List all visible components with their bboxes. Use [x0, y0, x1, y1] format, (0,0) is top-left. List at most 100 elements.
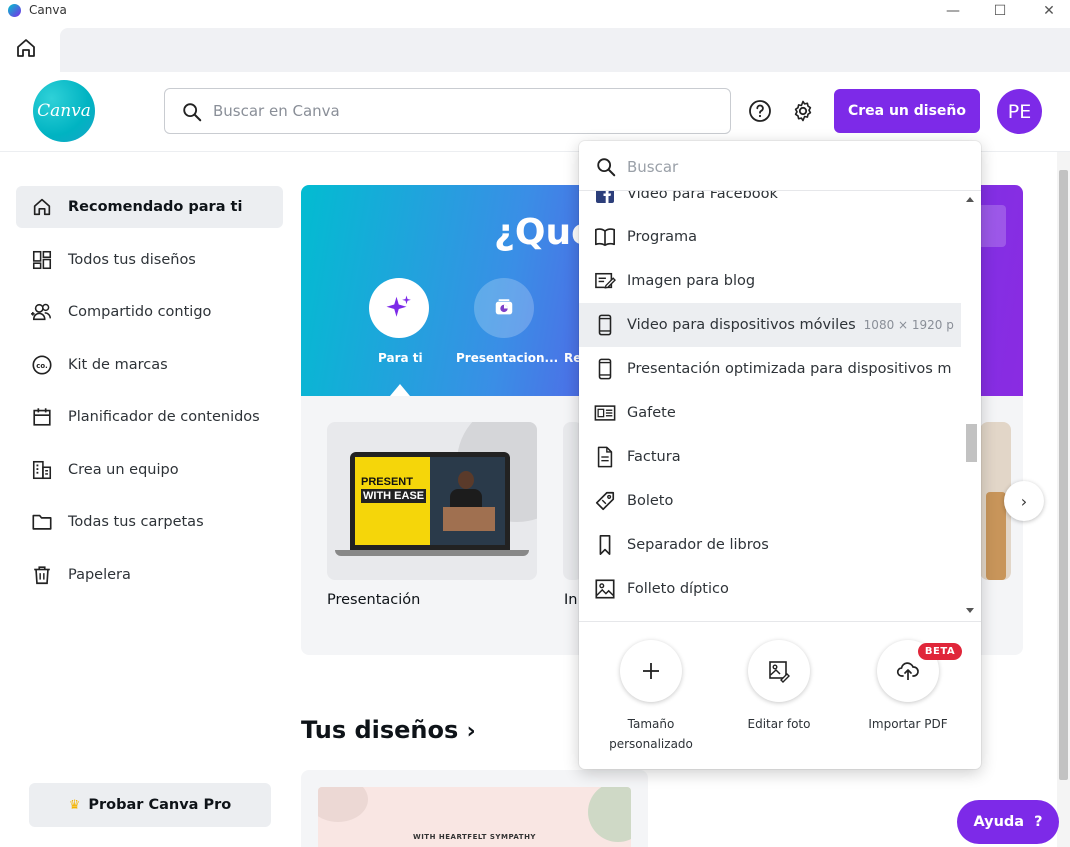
- your-designs-heading[interactable]: Tus diseños ›: [301, 716, 476, 744]
- mobile-icon: [594, 358, 616, 380]
- list-item-ticket[interactable]: Boleto: [579, 479, 961, 523]
- tab-area: [60, 28, 1070, 72]
- dropdown-search-input[interactable]: [627, 153, 957, 181]
- home-icon: [17, 39, 35, 57]
- custom-size-action[interactable]: Tamaño personalizado: [601, 640, 701, 754]
- category-label: Presentacion...: [456, 351, 559, 365]
- book-icon: [594, 226, 616, 248]
- list-item-mobile-presentation[interactable]: Presentación optimizada para dispositivo…: [579, 347, 961, 391]
- list-item-label: Video para dispositivos móviles 1080 × 19…: [627, 317, 954, 333]
- list-item-brochure[interactable]: Folleto díptico: [579, 567, 961, 611]
- dropdown-search[interactable]: [579, 141, 981, 191]
- list-item-label: Factura: [627, 449, 681, 465]
- sidebar-item-folders[interactable]: Todas tus carpetas: [16, 501, 283, 543]
- carousel-next-button[interactable]: ›: [1004, 481, 1044, 521]
- canva-logo[interactable]: Canva: [33, 80, 95, 142]
- laptop-screen: PRESENT WITH EASE: [350, 452, 510, 550]
- page-scrollbar[interactable]: [1057, 152, 1070, 847]
- category-label: Para ti: [378, 351, 423, 365]
- beta-badge: BETA: [918, 643, 962, 660]
- sidebar-item-recommended[interactable]: Recomendado para ti: [16, 186, 283, 228]
- list-item-invoice[interactable]: Factura: [579, 435, 961, 479]
- dropdown-actions: Tamaño personalizado Editar foto Importa…: [579, 621, 981, 769]
- list-item-label: Video para Facebook: [627, 191, 778, 202]
- sidebar-item-label: Planificador de contenidos: [68, 409, 260, 425]
- list-item-label: Boleto: [627, 493, 674, 509]
- window-titlebar: Canva — ☐ ✕: [0, 0, 1070, 22]
- create-design-button[interactable]: Crea un diseño: [834, 89, 980, 133]
- help-button[interactable]: Ayuda ?: [957, 800, 1059, 844]
- sidebar-item-label: Crea un equipo: [68, 462, 179, 478]
- question-mark-icon: ?: [1034, 814, 1043, 830]
- calendar-icon: [30, 405, 54, 429]
- close-button[interactable]: ✕: [1026, 0, 1070, 22]
- sidebar-item-trash[interactable]: Papelera: [16, 554, 283, 596]
- sidebar-item-label: Recomendado para ti: [68, 199, 243, 215]
- design-card[interactable]: WITH HEARTFELT SYMPATHY: [301, 770, 648, 847]
- sidebar-item-create-team[interactable]: Crea un equipo: [16, 449, 283, 491]
- scroll-down-arrow-icon[interactable]: [966, 608, 974, 613]
- template-card-label: In: [564, 592, 578, 608]
- gear-icon[interactable]: [791, 99, 815, 123]
- dropdown-scrollbar[interactable]: [962, 191, 981, 621]
- search-icon: [597, 158, 616, 177]
- scroll-up-arrow-icon[interactable]: [966, 197, 974, 202]
- thumb-text: PRESENT WITH EASE: [361, 476, 427, 503]
- design-type-list: Video para Facebook Programa Imagen para…: [579, 191, 961, 621]
- sidebar-item-planner[interactable]: Planificador de contenidos: [16, 396, 283, 438]
- search-icon: [183, 103, 202, 122]
- team-building-icon: [30, 458, 54, 482]
- image-icon: [594, 578, 616, 600]
- folder-icon: [30, 510, 54, 534]
- window-title: Canva: [29, 3, 67, 17]
- sidebar-item-all-designs[interactable]: Todos tus diseños: [16, 239, 283, 281]
- list-item-program[interactable]: Programa: [579, 215, 961, 259]
- avatar[interactable]: PE: [997, 89, 1042, 134]
- sidebar-item-label: Todas tus carpetas: [68, 514, 204, 530]
- brand-kit-icon: co.: [30, 353, 54, 377]
- edit-photo-action[interactable]: Editar foto: [729, 640, 829, 734]
- laptop-base: [335, 550, 529, 556]
- canva-app-icon: [8, 4, 21, 17]
- try-canva-pro-button[interactable]: ♛ Probar Canva Pro: [29, 783, 271, 827]
- category-presentations[interactable]: [474, 278, 534, 338]
- action-label: Editar foto: [747, 717, 811, 731]
- page-scrollbar-thumb[interactable]: [1059, 170, 1068, 780]
- document-icon: [594, 446, 616, 468]
- facebook-icon: [594, 191, 616, 205]
- home-tab-button[interactable]: [14, 36, 46, 64]
- action-label: Importar PDF: [868, 717, 948, 731]
- dropdown-scrollbar-thumb[interactable]: [966, 424, 977, 462]
- svg-text:co.: co.: [36, 362, 47, 370]
- sidebar-item-brand-kit[interactable]: co. Kit de marcas: [16, 344, 283, 386]
- search-input[interactable]: [213, 97, 713, 125]
- list-item-mobile-video[interactable]: Video para dispositivos móviles 1080 × 19…: [579, 303, 961, 347]
- list-item-label: Separador de libros: [627, 537, 769, 553]
- category-for-you[interactable]: [369, 278, 429, 338]
- sidebar-item-shared[interactable]: Compartido contigo: [16, 291, 283, 333]
- selected-category-caret: [390, 384, 410, 396]
- sidebar-item-label: Compartido contigo: [68, 304, 212, 320]
- help-question-icon[interactable]: [748, 99, 772, 123]
- sidebar-item-label: Todos tus diseños: [68, 252, 196, 268]
- badge-icon: [594, 402, 616, 424]
- list-item-badge[interactable]: Gafete: [579, 391, 961, 435]
- action-label: Tamaño personalizado: [609, 717, 693, 751]
- sidebar: Recomendado para ti Todos tus diseños Co…: [0, 152, 300, 847]
- bookmark-icon: [594, 534, 616, 556]
- search-bar[interactable]: [164, 88, 731, 134]
- sidebar-item-label: Papelera: [68, 567, 131, 583]
- tab-strip: [0, 22, 1070, 72]
- design-thumbnail-text: WITH HEARTFELT SYMPATHY: [412, 833, 537, 841]
- list-item-blog-image[interactable]: Imagen para blog: [579, 259, 961, 303]
- maximize-button[interactable]: ☐: [977, 0, 1023, 22]
- template-card-presentation[interactable]: PRESENT WITH EASE: [327, 422, 537, 580]
- top-header: Canva Crea un diseño PE: [0, 72, 1070, 152]
- presentation-icon: [495, 299, 513, 315]
- list-item-bookmark[interactable]: Separador de libros: [579, 523, 961, 567]
- mobile-icon: [594, 314, 616, 336]
- plus-icon: [643, 663, 659, 679]
- minimize-button[interactable]: —: [930, 0, 976, 22]
- sparkle-icon: [386, 295, 411, 317]
- list-item-facebook-video[interactable]: Video para Facebook: [579, 191, 961, 216]
